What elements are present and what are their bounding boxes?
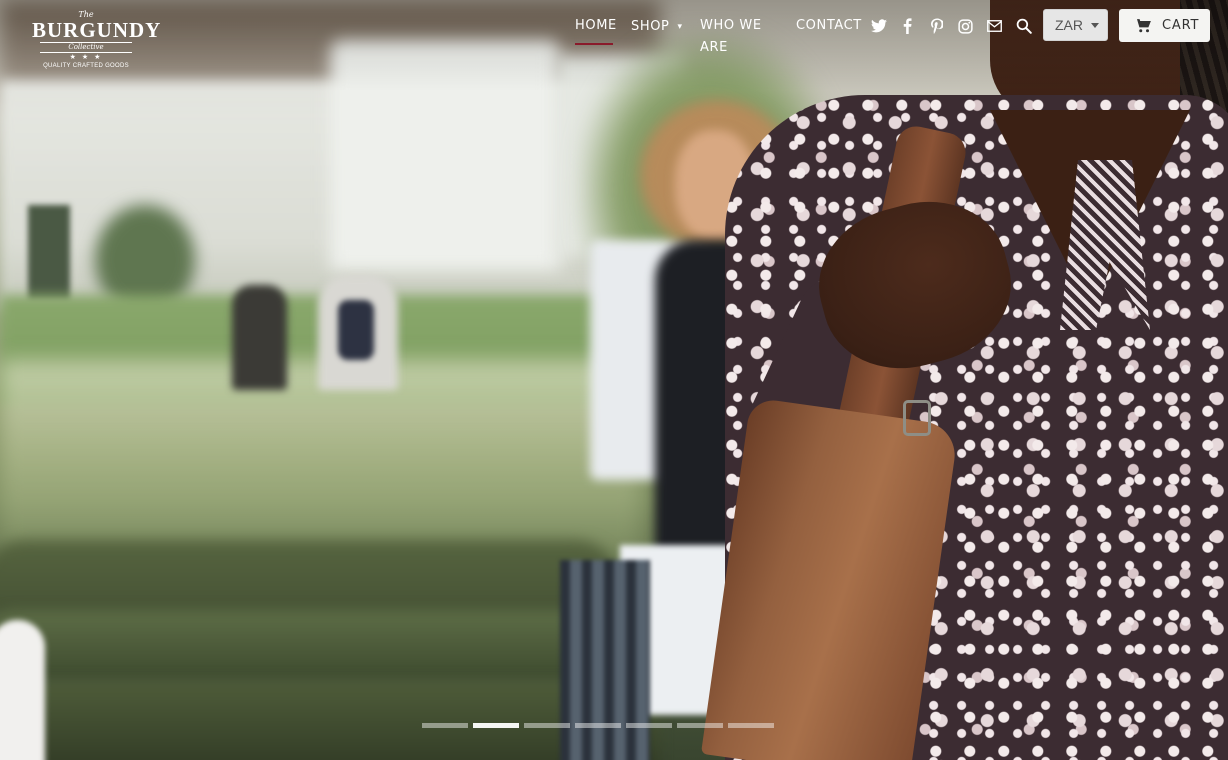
cart-icon [1134,19,1151,33]
slideshow-pagination [422,723,779,729]
social-icons [864,15,1038,37]
currency-value: ZAR [1055,17,1083,33]
nav-item-who-we-are[interactable]: WHO WE ARE [700,15,785,55]
instagram-icon[interactable] [951,15,980,37]
slideshow-dot[interactable] [728,723,774,728]
cart-label: CART [1162,18,1200,33]
top-shade [0,0,1228,760]
currency-select[interactable]: ZAR [1043,9,1108,41]
facebook-icon[interactable] [893,15,922,37]
nav-item-home[interactable]: HOME [575,15,616,45]
slideshow-dot[interactable] [575,723,621,728]
slideshow-dot[interactable] [422,723,468,728]
search-icon[interactable] [1009,15,1038,37]
chevron-down-icon [1091,23,1099,28]
nav-item-label: SHOP [631,19,670,34]
chevron-down-icon: ▾ [677,22,683,32]
logo-name: BURGUNDY [32,18,162,42]
nav-item-label: CONTACT [796,18,862,33]
twitter-icon[interactable] [864,15,893,37]
nav-item-contact[interactable]: CONTACT [796,15,861,39]
nav-item-label: HOME [575,18,617,33]
main-nav: HOME SHOP ▾ WHO WE ARE CONTACT [575,15,861,55]
nav-item-shop[interactable]: SHOP ▾ [631,15,685,39]
slideshow-dot[interactable] [626,723,672,728]
site-logo[interactable]: The BURGUNDY Collective ★ ★ ★ QUALITY CR… [32,10,162,76]
pinterest-icon[interactable] [922,15,951,37]
logo-stars: ★ ★ ★ [69,54,103,61]
logo-tagline: QUALITY CRAFTED GOODS [43,63,129,69]
logo-collective: Collective [40,42,132,53]
email-icon[interactable] [980,15,1009,37]
hero-slideshow-image [0,0,1228,760]
slideshow-dot[interactable] [473,723,519,728]
slideshow-dot[interactable] [677,723,723,728]
slideshow-dot[interactable] [524,723,570,728]
cart-button[interactable]: CART [1119,9,1210,42]
